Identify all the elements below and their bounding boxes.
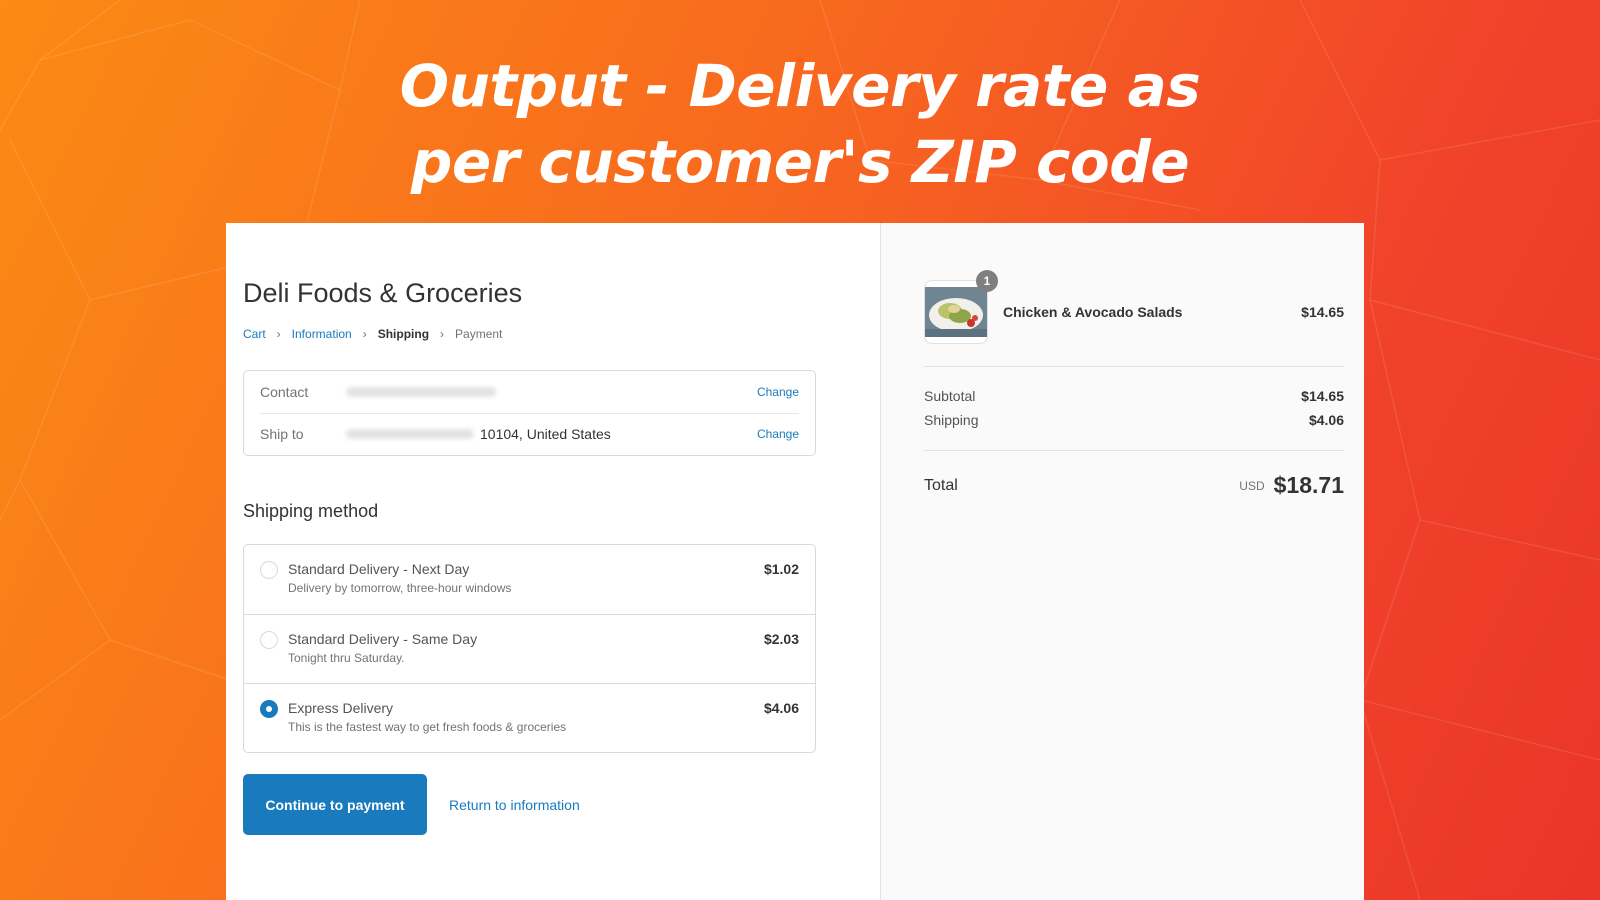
- shipping-row: Shipping $4.06: [924, 412, 1344, 428]
- option-price: $1.02: [763, 561, 799, 577]
- subtotal-amount: $14.65: [1301, 388, 1344, 404]
- contact-value-redacted: [346, 387, 496, 397]
- continue-to-payment-button[interactable]: Continue to payment: [243, 774, 427, 835]
- total-label: Total: [924, 476, 958, 494]
- chevron-right-icon: ›: [362, 327, 367, 341]
- option-subtitle: This is the fastest way to get fresh foo…: [288, 720, 567, 734]
- shipping-amount: $4.06: [1308, 412, 1344, 428]
- total-row: Total USD $18.71: [924, 451, 1344, 499]
- product-name: Chicken & Avocado Salads: [1003, 304, 1183, 320]
- summary-lines: Subtotal $14.65 Shipping $4.06: [924, 367, 1344, 428]
- shipping-method-title: Shipping method: [243, 501, 379, 521]
- shipping-method-list: Standard Delivery - Next Day Delivery by…: [243, 544, 816, 753]
- total-amount: $18.71: [1273, 472, 1344, 498]
- contact-label: Contact: [260, 384, 309, 400]
- breadcrumb-shipping: Shipping: [377, 327, 430, 341]
- product-thumbnail-wrap: 1: [924, 270, 998, 344]
- chevron-right-icon: ›: [440, 327, 445, 341]
- contact-value: [346, 387, 757, 397]
- quantity-badge: 1: [976, 270, 998, 292]
- shipping-option-same-day[interactable]: Standard Delivery - Same Day Tonight thr…: [244, 614, 815, 683]
- review-block: Contact Change Ship to 10104, United Sta…: [243, 370, 816, 456]
- return-to-information-link[interactable]: Return to information: [449, 797, 580, 813]
- total-amount-group: USD $18.71: [1239, 472, 1344, 499]
- order-item: 1 Chicken & Avocado Salads $14.65: [924, 270, 1344, 344]
- change-contact-link[interactable]: Change: [757, 385, 799, 399]
- radio-express-selected[interactable]: [260, 700, 278, 718]
- form-actions: Continue to payment Return to informatio…: [243, 774, 863, 835]
- order-summary: 1 Chicken & Avocado Salads $14.65 Subtot…: [881, 223, 1364, 900]
- option-price: $4.06: [763, 700, 799, 716]
- radio-next-day[interactable]: [260, 561, 278, 579]
- shipping-option-next-day[interactable]: Standard Delivery - Next Day Delivery by…: [244, 545, 815, 614]
- product-price: $14.65: [1301, 304, 1344, 320]
- promo-headline: Output - Delivery rate as per customer's…: [0, 48, 1600, 200]
- ship-to-zip-country: 10104, United States: [480, 426, 611, 442]
- option-subtitle: Tonight thru Saturday.: [288, 651, 405, 665]
- store-name: Deli Foods & Groceries: [243, 278, 523, 308]
- option-title: Standard Delivery - Same Day: [288, 631, 478, 647]
- breadcrumb-information[interactable]: Information: [292, 327, 352, 341]
- radio-same-day[interactable]: [260, 631, 278, 649]
- shipping-option-express[interactable]: Express Delivery This is the fastest way…: [244, 683, 815, 752]
- salad-image: [925, 287, 987, 337]
- currency-code: USD: [1239, 478, 1265, 493]
- shipping-label: Shipping: [924, 412, 979, 428]
- option-text: Standard Delivery - Next Day Delivery by…: [288, 561, 764, 614]
- option-title: Express Delivery: [288, 700, 394, 716]
- headline-line-2: per customer's ZIP code: [410, 128, 1190, 196]
- review-contact-row: Contact Change: [244, 371, 815, 413]
- subtotal-row: Subtotal $14.65: [924, 388, 1344, 404]
- chevron-right-icon: ›: [276, 327, 281, 341]
- change-ship-to-link[interactable]: Change: [757, 427, 799, 441]
- checkout-main: Deli Foods & Groceries Cart › Informatio…: [226, 223, 881, 900]
- address-redacted: [346, 429, 474, 439]
- subtotal-label: Subtotal: [924, 388, 976, 404]
- review-ship-to-row: Ship to 10104, United States Change: [244, 413, 815, 455]
- option-subtitle: Delivery by tomorrow, three-hour windows: [288, 581, 512, 595]
- option-price: $2.03: [763, 631, 799, 647]
- product-thumbnail: [924, 280, 988, 344]
- ship-to-value: 10104, United States: [346, 426, 757, 442]
- option-text: Standard Delivery - Same Day Tonight thr…: [288, 631, 764, 683]
- breadcrumb-payment: Payment: [455, 327, 503, 341]
- breadcrumb: Cart › Information › Shipping › Payment: [243, 327, 863, 341]
- checkout-window: Deli Foods & Groceries Cart › Informatio…: [226, 223, 1364, 900]
- headline-line-1: Output - Delivery rate as: [399, 52, 1201, 120]
- breadcrumb-cart[interactable]: Cart: [243, 327, 266, 341]
- option-title: Standard Delivery - Next Day: [288, 561, 470, 577]
- ship-to-label: Ship to: [260, 426, 304, 442]
- option-text: Express Delivery This is the fastest way…: [288, 700, 764, 752]
